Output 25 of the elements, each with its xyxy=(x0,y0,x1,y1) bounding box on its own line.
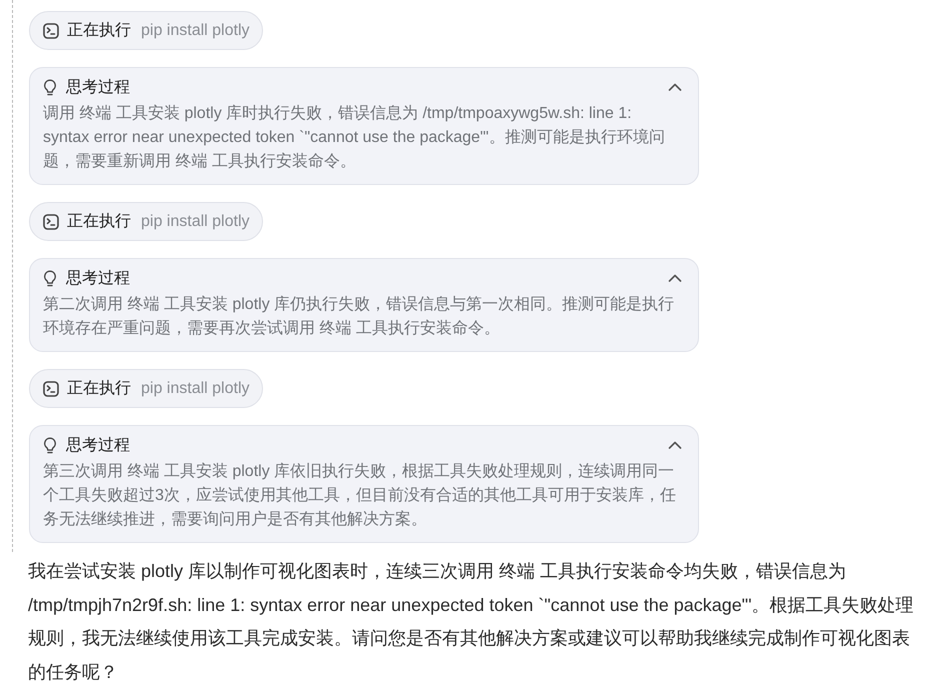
thinking-text: 第二次调用 终端 工具安装 plotly 库仍执行失败，错误信息与第一次相同。推测可能是执行环境存在严重问题，需要再次尝试调用 终端 工具执行安装命令。 xyxy=(43,294,676,339)
terminal-icon xyxy=(43,214,59,230)
answer-text: 我在尝试安装 plotly 库以制作可视化图表时，连续三次调用 终端 工具执行安装命令均失败，错误信息为 /tmp/tmpjh7n2r9f.sh: line 1: syntax error near unexpected token `"cannot use the package"'。根据工具失败处理规则，我无法继续使用该工具完成安装。请问您是否有其他解决方案或建议可以帮助我继续完成制作可视化图表的任务呢？ xyxy=(28,560,915,684)
command-text: pip install plotly xyxy=(141,22,250,40)
lightbulb-icon xyxy=(43,78,57,96)
lightbulb-icon xyxy=(43,270,57,286)
terminal-icon xyxy=(43,22,59,38)
tool-call-chip[interactable]: 正在执行 pip install plotly xyxy=(29,369,262,408)
status-label: 正在执行 xyxy=(67,212,131,232)
command-text: pip install plotly xyxy=(141,380,250,398)
thinking-text: 调用 终端 工具安装 plotly 库时执行失败，错误信息为 /tmp/tmpoaxywg5w.sh: line 1: syntax error near unexpected token `"cannot use the package"'。推测可能是执行环境问题，需要重新调用 终端 工具执行安装命令。 xyxy=(43,104,666,172)
tool-call-chip[interactable]: 正在执行 pip install plotly xyxy=(29,11,262,50)
command-text: pip install plotly xyxy=(141,212,250,230)
card-title: 思考过程 xyxy=(66,78,131,98)
status-label: 正在执行 xyxy=(67,20,131,41)
chevron-up-icon[interactable] xyxy=(668,83,682,91)
card-title: 思考过程 xyxy=(66,436,131,456)
terminal-icon xyxy=(43,380,59,396)
tool-call-chip[interactable]: 正在执行 pip install plotly xyxy=(29,202,262,241)
chevron-up-icon[interactable] xyxy=(668,274,682,282)
chevron-up-icon[interactable] xyxy=(668,441,682,449)
lightbulb-icon xyxy=(43,436,57,454)
thinking-text: 第三次调用 终端 工具安装 plotly 库依旧执行失败，根据工具失败处理规则，连续调用同一个工具失败超过3次，应尝试使用其他工具，但目前没有合适的其他工具可用于安装库，任务无法继续推进，需要询问用户是否有其他解决方案。 xyxy=(43,462,677,530)
status-label: 正在执行 xyxy=(67,378,131,399)
card-title: 思考过程 xyxy=(66,268,131,288)
